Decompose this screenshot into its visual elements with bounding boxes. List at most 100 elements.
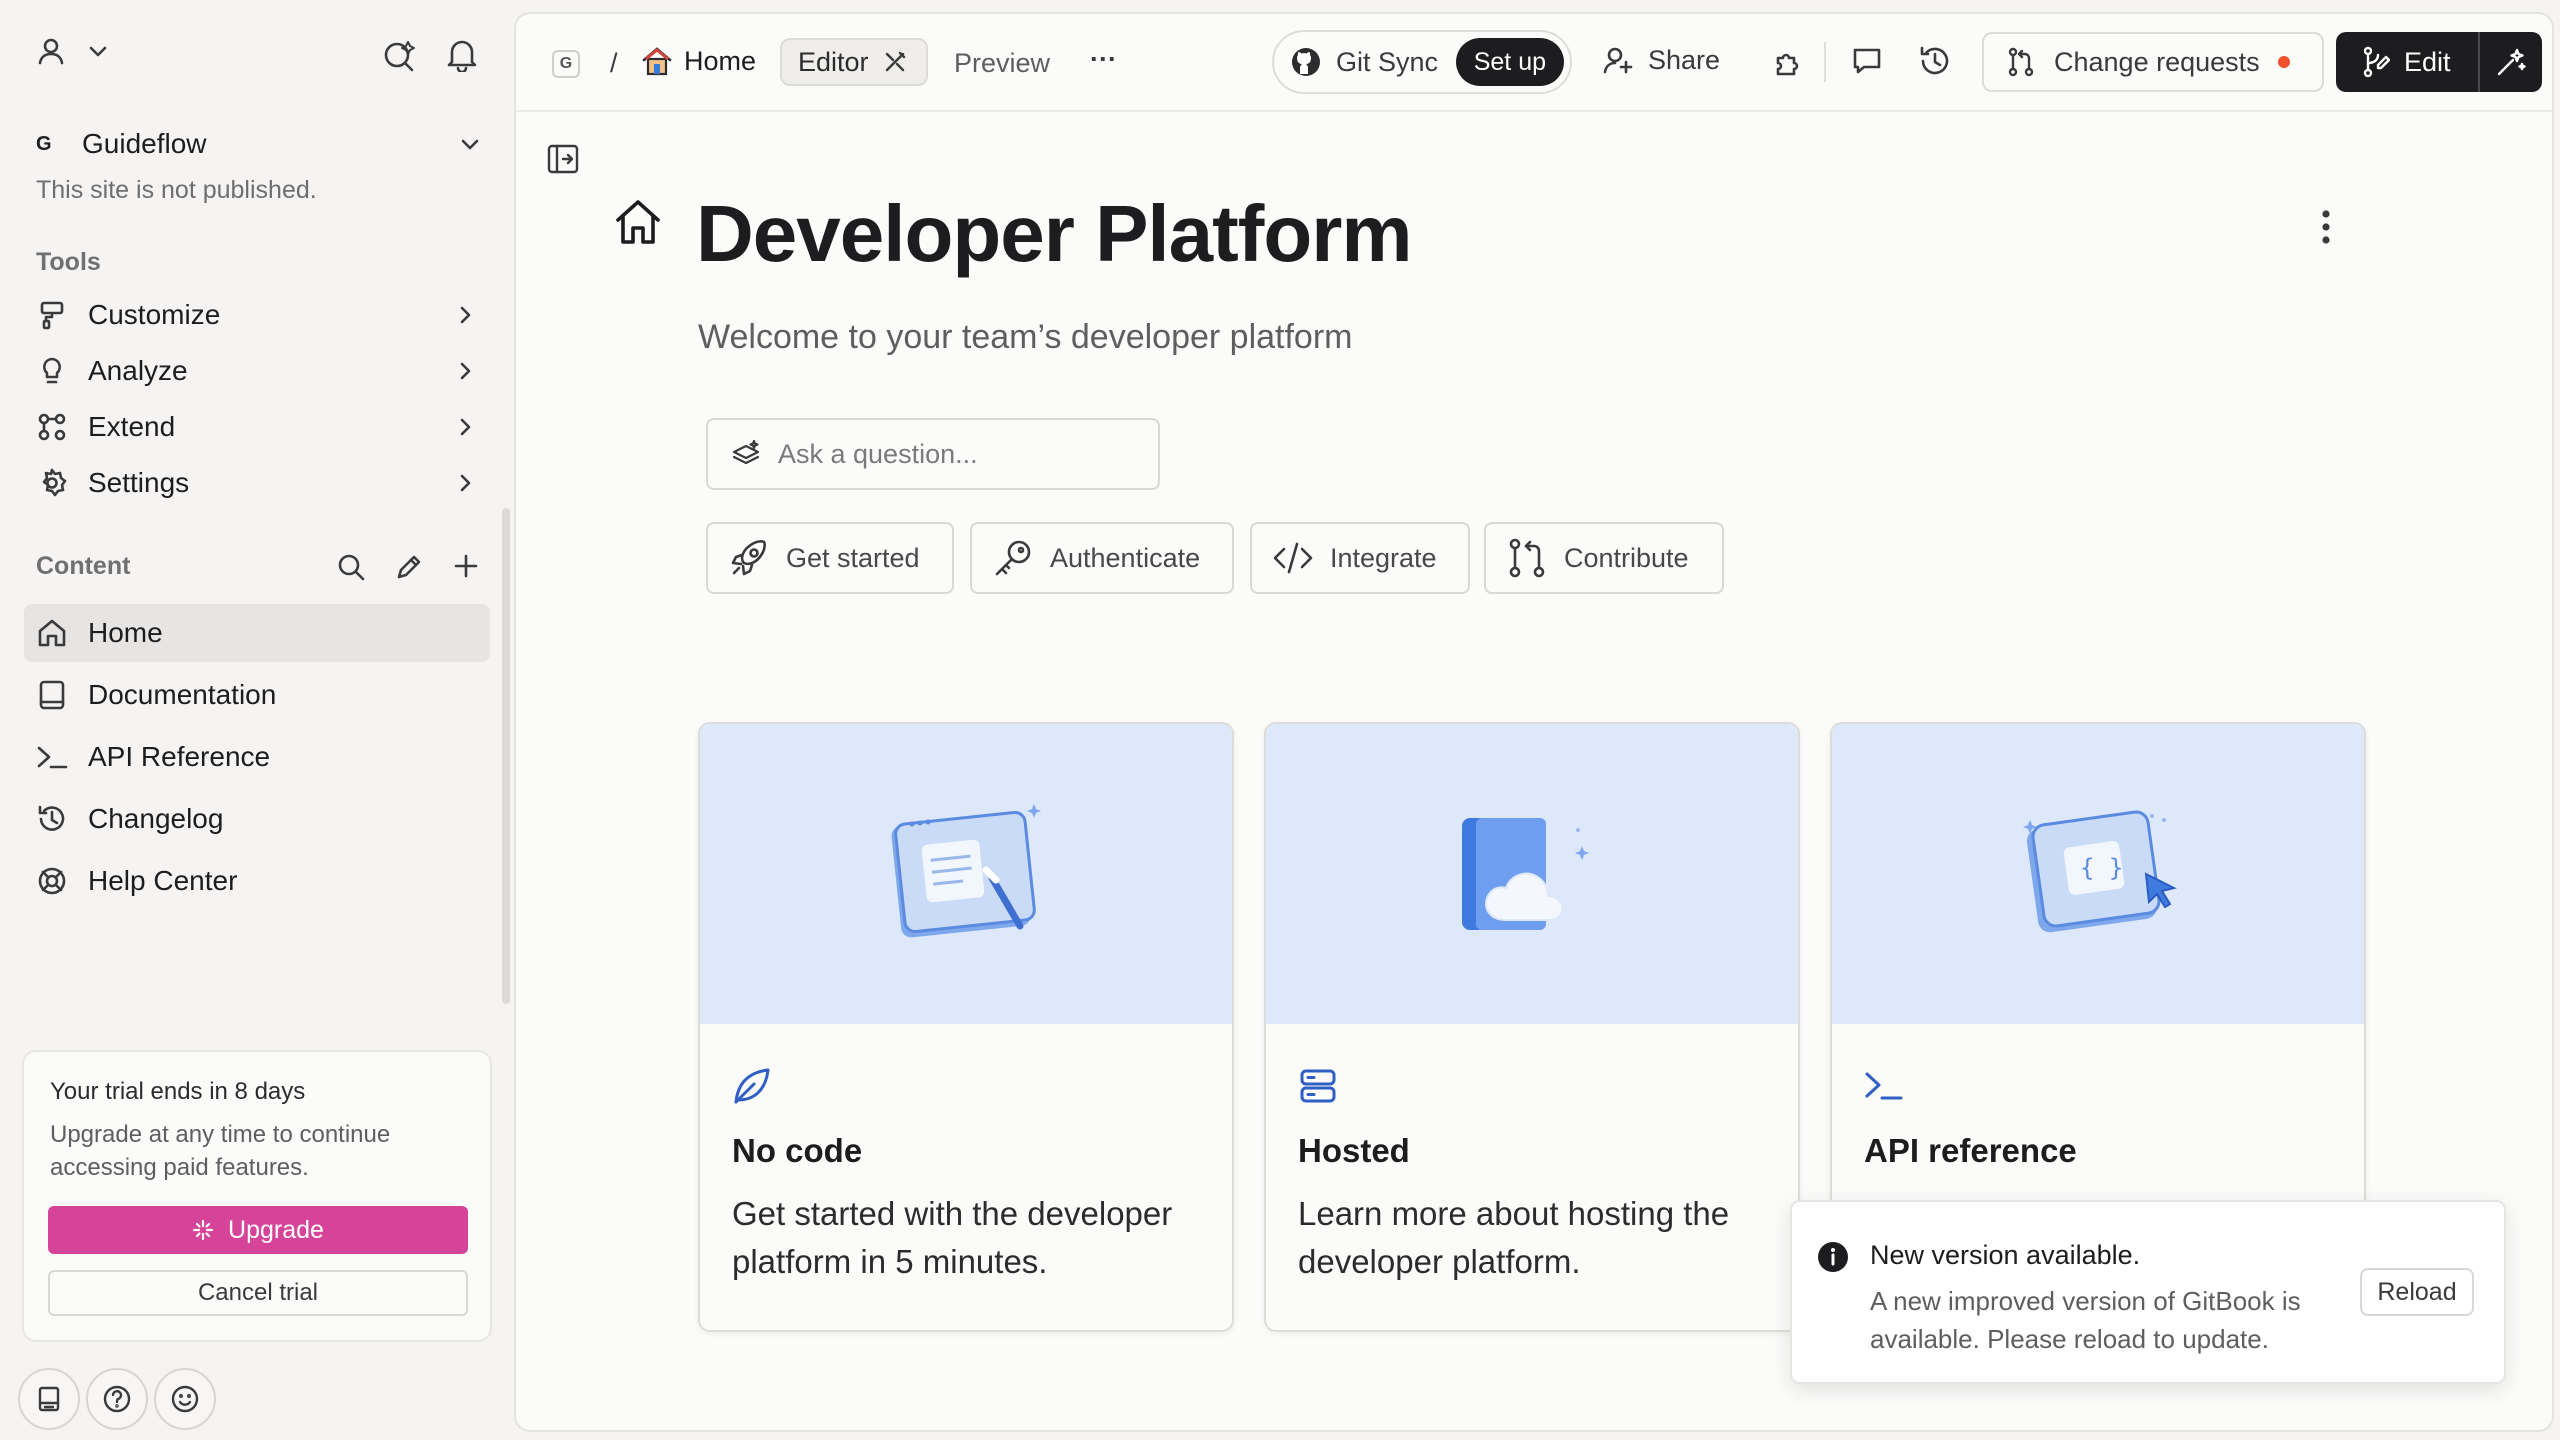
user-menu[interactable] [36,36,110,66]
book-icon [34,677,70,713]
plus-icon[interactable] [452,552,480,580]
sidebar-item-extend[interactable]: Extend [24,398,490,456]
key-icon [992,537,1050,579]
edit-button-group: Edit [2336,32,2542,92]
sidebar-item-analyze[interactable]: Analyze [24,342,490,400]
upgrade-button[interactable]: Upgrade [48,1206,468,1254]
git-sync-setup-button[interactable]: Set up [1455,38,1564,86]
space-logo-initial: G [559,55,573,72]
ask-question-input[interactable]: Ask a question... [706,418,1160,490]
git-branch-edit-icon [2360,45,2390,79]
share-button[interactable]: Share [1602,44,1720,76]
page-options-icon[interactable] [2320,208,2332,246]
reload-button[interactable]: Reload [2360,1268,2474,1316]
change-requests-button[interactable]: Change requests [1982,32,2324,92]
tools-heading: Tools [36,248,101,276]
sidebar-item-label: Analyze [88,355,188,386]
integrate-label: Integrate [1330,542,1437,573]
sidebar-item-label: Settings [88,467,190,498]
reload-label: Reload [2377,1277,2457,1306]
card-no-code[interactable]: No code Get started with the developer p… [698,722,1234,1332]
breadcrumb-home[interactable]: Home [640,44,756,78]
history-icon[interactable] [1918,44,1952,78]
tab-editor[interactable]: Editor [780,38,928,86]
chevron-right-icon [454,304,476,326]
ai-edit-button[interactable] [2480,32,2542,92]
sidebar-item-settings[interactable]: Settings [24,454,490,512]
ask-question-placeholder: Ask a question... [778,438,978,469]
contribute-button[interactable]: Contribute [1484,522,1724,594]
card-title: No code [732,1132,863,1169]
sidebar-item-help-center[interactable]: Help Center [24,852,490,910]
page-subtitle[interactable]: Welcome to your team’s developer platfor… [698,318,1352,357]
house-icon [34,615,70,651]
topbar-divider [1824,42,1826,82]
pencil-icon[interactable] [394,552,424,582]
code-icon [1272,537,1330,579]
cancel-trial-label: Cancel trial [197,1279,319,1306]
sidebar-item-api-reference[interactable]: API Reference [24,728,490,786]
tools-cross-icon [883,50,907,74]
git-sync-label: Git Sync [1336,46,1439,77]
smiley-icon [170,1384,200,1414]
sidebar-item-customize[interactable]: Customize [24,286,490,344]
integrations-icon[interactable] [1772,44,1806,78]
integrate-button[interactable]: Integrate [1250,522,1470,594]
server-icon [1296,1064,1340,1108]
toast-body: A new improved version of GitBook is ava… [1870,1286,2301,1354]
chevron-down-icon [86,39,110,63]
git-branch-icon [2006,46,2036,78]
toggle-outline-icon[interactable] [546,142,580,176]
cancel-trial-button[interactable]: Cancel trial [48,1270,468,1316]
search-icon[interactable] [336,552,366,582]
sparkle-icon [192,1219,214,1241]
content-heading: Content [36,552,131,580]
toast-title: New version available. [1870,1240,2141,1270]
trial-title: Your trial ends in 8 days [50,1078,306,1105]
sidebar-item-label: API Reference [88,741,271,772]
notification-dot [2277,56,2290,68]
edit-label: Edit [2404,46,2451,77]
get-started-button[interactable]: Get started [706,522,954,594]
magic-wand-icon [2495,46,2527,78]
help-button[interactable] [86,1368,148,1430]
terminal-icon [1862,1064,1906,1108]
docs-button[interactable] [18,1368,80,1430]
terminal-icon [34,739,70,775]
chevron-right-icon [454,472,476,494]
ai-search-icon[interactable] [382,38,416,72]
card-title: Hosted [1298,1132,1410,1169]
git-sync-control[interactable]: Git Sync Set up [1272,30,1572,94]
feedback-button[interactable] [154,1368,216,1430]
space-switcher[interactable]: G Guideflow [36,124,482,164]
authenticate-button[interactable]: Authenticate [970,522,1234,594]
lifebuoy-icon [34,863,70,899]
trial-card: Your trial ends in 8 days Upgrade at any… [22,1050,492,1342]
page-icon-house[interactable] [612,196,664,248]
sidebar-item-changelog[interactable]: Changelog [24,790,490,848]
lightbulb-icon [34,353,70,389]
sidebar-scrollbar[interactable] [502,508,510,1004]
trial-body: Upgrade at any time to continue accessin… [50,1121,391,1181]
sidebar-item-label: Extend [88,411,176,442]
rocket-icon [728,537,786,579]
top-bar: G / Home Editor Preview ··· Git Sync Set… [516,14,2552,112]
breadcrumb-page: Home [684,45,757,76]
add-person-icon [1602,44,1634,76]
card-title: API reference [1864,1132,2077,1169]
sidebar-item-home[interactable]: Home [24,604,490,662]
comment-icon[interactable] [1850,44,1884,78]
upgrade-label: Upgrade [228,1215,324,1244]
sidebar-item-label: Home [88,617,163,648]
edit-button[interactable]: Edit [2336,32,2478,92]
card-hosted[interactable]: Hosted Learn more about hosting the deve… [1264,722,1800,1332]
page-title[interactable]: Developer Platform [696,188,1413,280]
more-menu[interactable]: ··· [1090,44,1117,75]
space-logo: G [36,132,52,155]
space-logo-badge[interactable]: G [552,50,580,78]
git-pull-request-icon [1506,537,1564,579]
sidebar-item-label: Help Center [88,865,238,896]
tab-preview[interactable]: Preview [954,48,1050,79]
bell-icon[interactable] [446,38,478,72]
sidebar-item-documentation[interactable]: Documentation [24,666,490,724]
